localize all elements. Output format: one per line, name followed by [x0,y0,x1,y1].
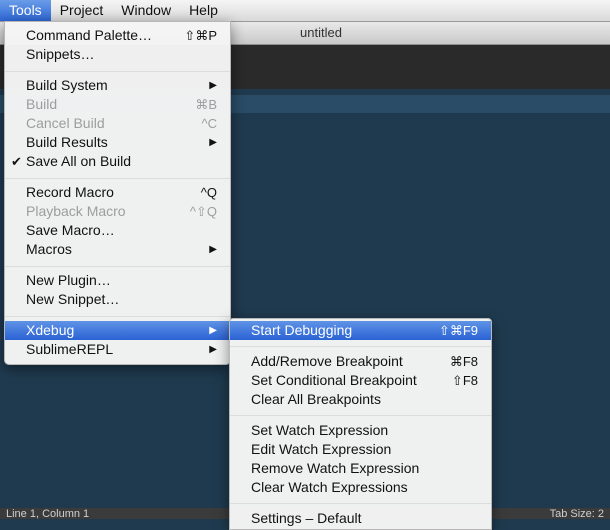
window-title: untitled [300,25,342,40]
menu-item-edit-watch-expression[interactable]: Edit Watch Expression [230,440,491,459]
menu-item-build-system[interactable]: Build System ▶ [5,76,230,95]
menu-item-set-watch-expression[interactable]: Set Watch Expression [230,421,491,440]
menu-item-start-debugging[interactable]: Start Debugging ⇧⌘F9 [230,321,491,340]
menu-item-label: Edit Watch Expression [251,441,392,457]
menu-item-new-plugin[interactable]: New Plugin… [5,271,230,290]
submenu-arrow-icon: ▶ [209,80,217,91]
menu-item-label: Playback Macro [26,203,126,219]
menu-item-clear-all-breakpoints[interactable]: Clear All Breakpoints [230,390,491,409]
menu-item-xdebug[interactable]: Xdebug ▶ [5,321,230,340]
menu-item-build-results[interactable]: Build Results ▶ [5,133,230,152]
menu-tools[interactable]: Tools [0,0,51,21]
submenu-arrow-icon: ▶ [209,244,217,255]
menu-item-build: Build ⌘B [5,95,230,114]
menu-item-cancel-build: Cancel Build ^C [5,114,230,133]
menu-item-remove-watch-expression[interactable]: Remove Watch Expression [230,459,491,478]
menu-item-label: Set Conditional Breakpoint [251,372,417,388]
menu-item-new-snippet[interactable]: New Snippet… [5,290,230,309]
menu-item-label: Xdebug [26,322,75,338]
tools-menu: Command Palette… ⇧⌘P Snippets… Build Sys… [4,21,231,365]
shortcut-label: ⇧F8 [451,373,478,388]
shortcut-label: ^C [201,116,218,131]
menu-item-label: Macros [26,241,72,257]
menu-separator [230,415,491,416]
menu-item-add-remove-breakpoint[interactable]: Add/Remove Breakpoint ⌘F8 [230,352,491,371]
menu-separator [5,71,230,72]
menu-item-set-conditional-breakpoint[interactable]: Set Conditional Breakpoint ⇧F8 [230,371,491,390]
menu-item-clear-watch-expressions[interactable]: Clear Watch Expressions [230,478,491,497]
menu-item-label: SublimeREPL [26,341,114,357]
shortcut-label: ⇧⌘P [184,28,217,43]
submenu-arrow-icon: ▶ [209,325,217,336]
menu-item-snippets[interactable]: Snippets… [5,45,230,64]
menu-item-label: Clear Watch Expressions [251,479,408,495]
checkmark-icon: ✔ [11,154,22,169]
menu-separator [230,503,491,504]
shortcut-label: ⌘F8 [449,354,478,369]
shortcut-label: ^Q [200,185,217,200]
menu-project[interactable]: Project [51,0,113,21]
menu-separator [230,346,491,347]
menu-item-record-macro[interactable]: Record Macro ^Q [5,183,230,202]
menu-item-label: New Plugin… [26,272,111,288]
menu-item-save-macro[interactable]: Save Macro… [5,221,230,240]
menu-item-label: New Snippet… [26,291,120,307]
menu-item-label: Clear All Breakpoints [251,391,381,407]
menu-item-label: Snippets… [26,46,95,62]
menu-item-playback-macro: Playback Macro ^⇧Q [5,202,230,221]
menu-item-label: Save Macro… [26,222,115,238]
menu-item-sublimerepl[interactable]: SublimeREPL ▶ [5,340,230,359]
menu-item-label: Start Debugging [251,322,353,338]
menu-item-label: Set Watch Expression [251,422,389,438]
xdebug-submenu: Start Debugging ⇧⌘F9 Add/Remove Breakpoi… [229,318,492,530]
menu-item-label: Build [26,96,58,112]
menu-separator [5,178,230,179]
menu-item-label: Record Macro [26,184,114,200]
shortcut-label: ^⇧Q [189,204,217,219]
shortcut-label: ⇧⌘F9 [438,323,478,338]
menu-help[interactable]: Help [180,0,227,21]
menu-item-label: Cancel Build [26,115,105,131]
submenu-arrow-icon: ▶ [209,344,217,355]
menu-item-label: Save All on Build [26,153,132,169]
shortcut-label: ⌘B [195,97,217,112]
menu-item-save-all-on-build[interactable]: ✔ Save All on Build [5,152,230,171]
menu-window[interactable]: Window [112,0,180,21]
cursor-position: Line 1, Column 1 [6,508,90,520]
menu-separator [5,316,230,317]
menu-separator [5,266,230,267]
menu-item-label: Add/Remove Breakpoint [251,353,403,369]
menu-item-macros[interactable]: Macros ▶ [5,240,230,259]
tab-size-indicator[interactable]: Tab Size: 2 [550,509,604,520]
menu-item-label: Build Results [26,134,108,150]
submenu-arrow-icon: ▶ [209,137,217,148]
menu-item-label: Command Palette… [26,27,153,43]
menu-item-label: Remove Watch Expression [251,460,420,476]
menu-item-command-palette[interactable]: Command Palette… ⇧⌘P [5,26,230,45]
menu-bar: Tools Project Window Help [0,0,610,22]
menu-item-label: Build System [26,77,108,93]
